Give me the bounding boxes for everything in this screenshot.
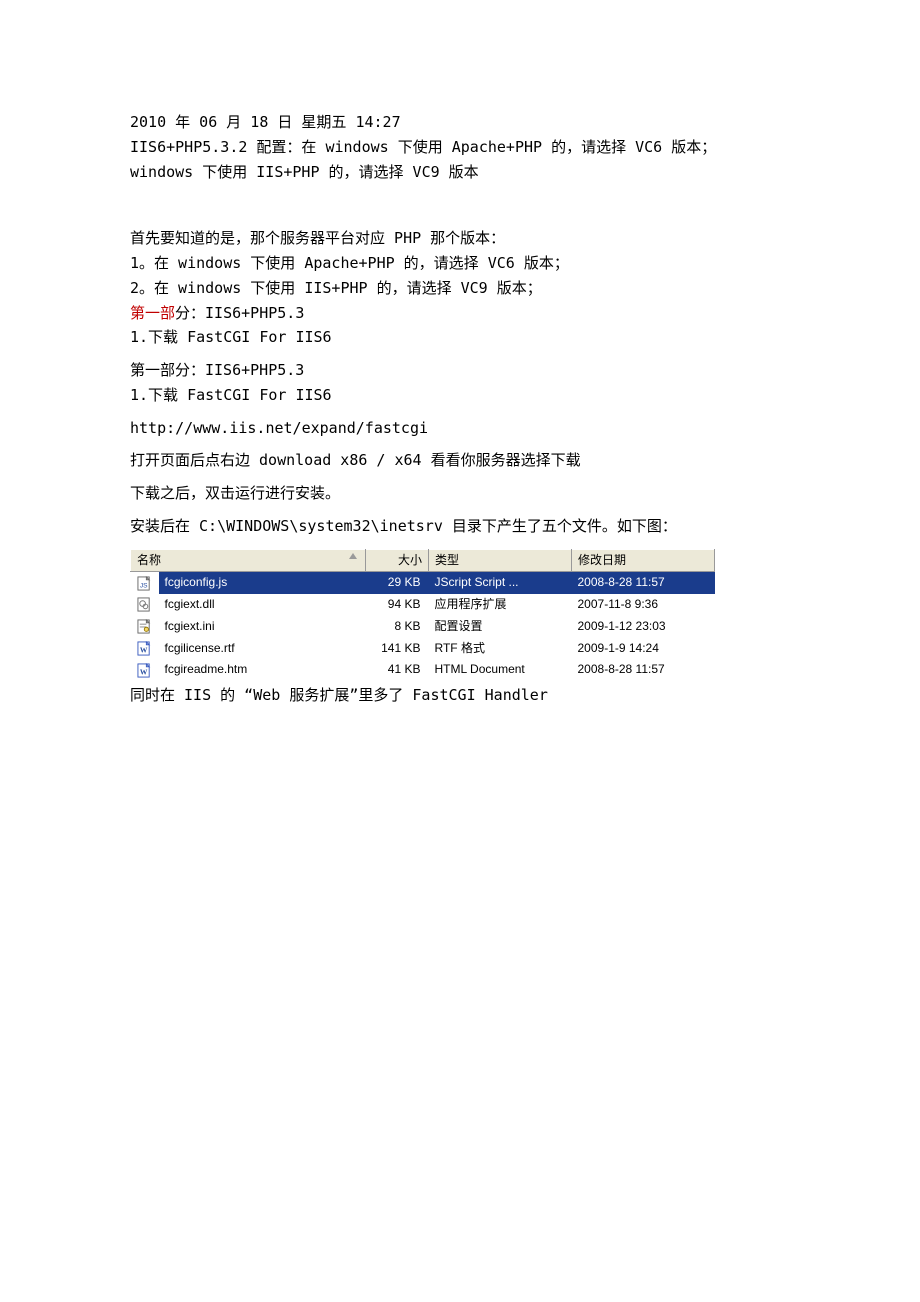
body-text: IIS6+PHP5.3.2 配置：在 windows 下使用 Apache+PH…: [130, 135, 790, 160]
svg-text:W: W: [139, 667, 147, 676]
file-type-icon: W: [131, 638, 159, 660]
body-text: 下载之后，双击运行进行安装。: [130, 481, 790, 506]
file-size-cell: 29 KB: [366, 572, 429, 594]
body-text: 安装后在 C:\WINDOWS\system32\inetsrv 目录下产生了五…: [130, 514, 790, 539]
heading-highlight: 第一部: [130, 304, 175, 322]
file-type-icon: JS: [131, 572, 159, 594]
file-type-cell: 应用程序扩展: [429, 594, 572, 616]
file-type-cell: JScript Script ...: [429, 572, 572, 594]
file-name-cell: fcgiext.ini: [159, 616, 366, 638]
col-header-size[interactable]: 大小: [366, 549, 429, 572]
svg-text:W: W: [139, 645, 147, 654]
body-text: 2。在 windows 下使用 IIS+PHP 的，请选择 VC9 版本；: [130, 276, 790, 301]
file-type-icon: W: [131, 659, 159, 681]
svg-text:JS: JS: [139, 582, 147, 589]
body-text: 1.下载 FastCGI For IIS6: [130, 383, 790, 408]
file-date-cell: 2009-1-12 23:03: [572, 616, 715, 638]
file-name-cell: fcgireadme.htm: [159, 659, 366, 681]
col-header-date[interactable]: 修改日期: [572, 549, 715, 572]
file-date-cell: 2007-11-8 9:36: [572, 594, 715, 616]
file-type-cell: RTF 格式: [429, 638, 572, 660]
table-header-row: 名称 大小 类型 修改日期: [131, 549, 715, 572]
body-text: 同时在 IIS 的 “Web 服务扩展”里多了 FastCGI Handler: [130, 683, 790, 708]
sort-asc-icon: [349, 553, 357, 559]
document-page: 2010 年 06 月 18 日 星期五 14:27 IIS6+PHP5.3.2…: [0, 0, 920, 748]
dateline: 2010 年 06 月 18 日 星期五 14:27: [130, 110, 790, 135]
col-header-type[interactable]: 类型: [429, 549, 572, 572]
table-row[interactable]: fcgiext.dll94 KB应用程序扩展2007-11-8 9:36: [131, 594, 715, 616]
file-name-cell: fcgiext.dll: [159, 594, 366, 616]
body-text: 首先要知道的是，那个服务器平台对应 PHP 那个版本：: [130, 226, 790, 251]
body-text: 打开页面后点右边 download x86 / x64 看看你服务器选择下载: [130, 448, 790, 473]
body-text: windows 下使用 IIS+PHP 的，请选择 VC9 版本: [130, 160, 790, 185]
body-text: 1。在 windows 下使用 Apache+PHP 的，请选择 VC6 版本；: [130, 251, 790, 276]
file-list-table: 名称 大小 类型 修改日期 JS fcgiconfig.js29 KBJScrip…: [130, 549, 715, 682]
table-row[interactable]: Wfcgireadme.htm41 KBHTML Document2008-8-…: [131, 659, 715, 681]
table-row[interactable]: Wfcgilicense.rtf141 KBRTF 格式2009-1-9 14:…: [131, 638, 715, 660]
file-name-cell: fcgilicense.rtf: [159, 638, 366, 660]
table-row[interactable]: fcgiext.ini8 KB配置设置2009-1-12 23:03: [131, 616, 715, 638]
file-type-cell: 配置设置: [429, 616, 572, 638]
file-size-cell: 141 KB: [366, 638, 429, 660]
body-text: 1.下载 FastCGI For IIS6: [130, 325, 790, 350]
file-size-cell: 94 KB: [366, 594, 429, 616]
file-type-icon: [131, 616, 159, 638]
section-heading: 第一部分：IIS6+PHP5.3: [130, 301, 790, 326]
file-date-cell: 2008-8-28 11:57: [572, 572, 715, 594]
url-text: http://www.iis.net/expand/fastcgi: [130, 416, 790, 441]
file-size-cell: 41 KB: [366, 659, 429, 681]
col-header-label: 名称: [137, 553, 161, 567]
file-name-cell: fcgiconfig.js: [159, 572, 366, 594]
file-list-body: JSfcgiconfig.js29 KBJScript Script ...20…: [131, 572, 715, 681]
file-type-cell: HTML Document: [429, 659, 572, 681]
file-size-cell: 8 KB: [366, 616, 429, 638]
col-header-name[interactable]: 名称: [131, 549, 366, 572]
body-text: 第一部分：IIS6+PHP5.3: [130, 358, 790, 383]
file-type-icon: [131, 594, 159, 616]
file-date-cell: 2009-1-9 14:24: [572, 638, 715, 660]
file-date-cell: 2008-8-28 11:57: [572, 659, 715, 681]
heading-rest: 分：IIS6+PHP5.3: [175, 304, 304, 322]
table-row[interactable]: JS fcgiconfig.js29 KBJScript Script ...20…: [131, 572, 715, 594]
